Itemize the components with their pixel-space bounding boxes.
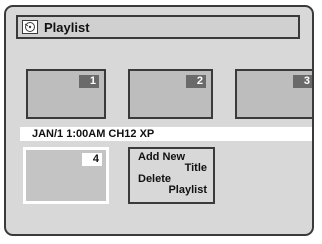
- title-info-bar: JAN/1 1:00AM CH12 XP: [20, 127, 312, 141]
- menu-item-label: Playlist: [168, 184, 207, 196]
- title-bar: Playlist: [16, 15, 300, 39]
- playlist-menu: Add New Title Delete Playlist: [128, 147, 215, 204]
- menu-item-add-new-title[interactable]: Add New Title: [138, 152, 209, 174]
- menu-item-delete-playlist[interactable]: Delete Playlist: [138, 174, 209, 196]
- thumbnail-number: 1: [79, 75, 99, 88]
- playlist-screen: Playlist 1 2 3 JAN/1 1:00AM CH12 XP 4 Ad…: [4, 5, 314, 236]
- thumbnail-number: 4: [82, 153, 102, 166]
- playlist-icon: [22, 20, 38, 34]
- thumbnail-number: 2: [186, 75, 206, 88]
- thumbnail-number: 3: [293, 75, 312, 88]
- title-thumbnail-1[interactable]: 1: [26, 69, 106, 119]
- title-thumbnail-3[interactable]: 3: [235, 69, 312, 119]
- title-thumbnail-2[interactable]: 2: [128, 69, 213, 119]
- title-thumbnail-4[interactable]: 4: [23, 147, 109, 204]
- page-title: Playlist: [44, 19, 90, 35]
